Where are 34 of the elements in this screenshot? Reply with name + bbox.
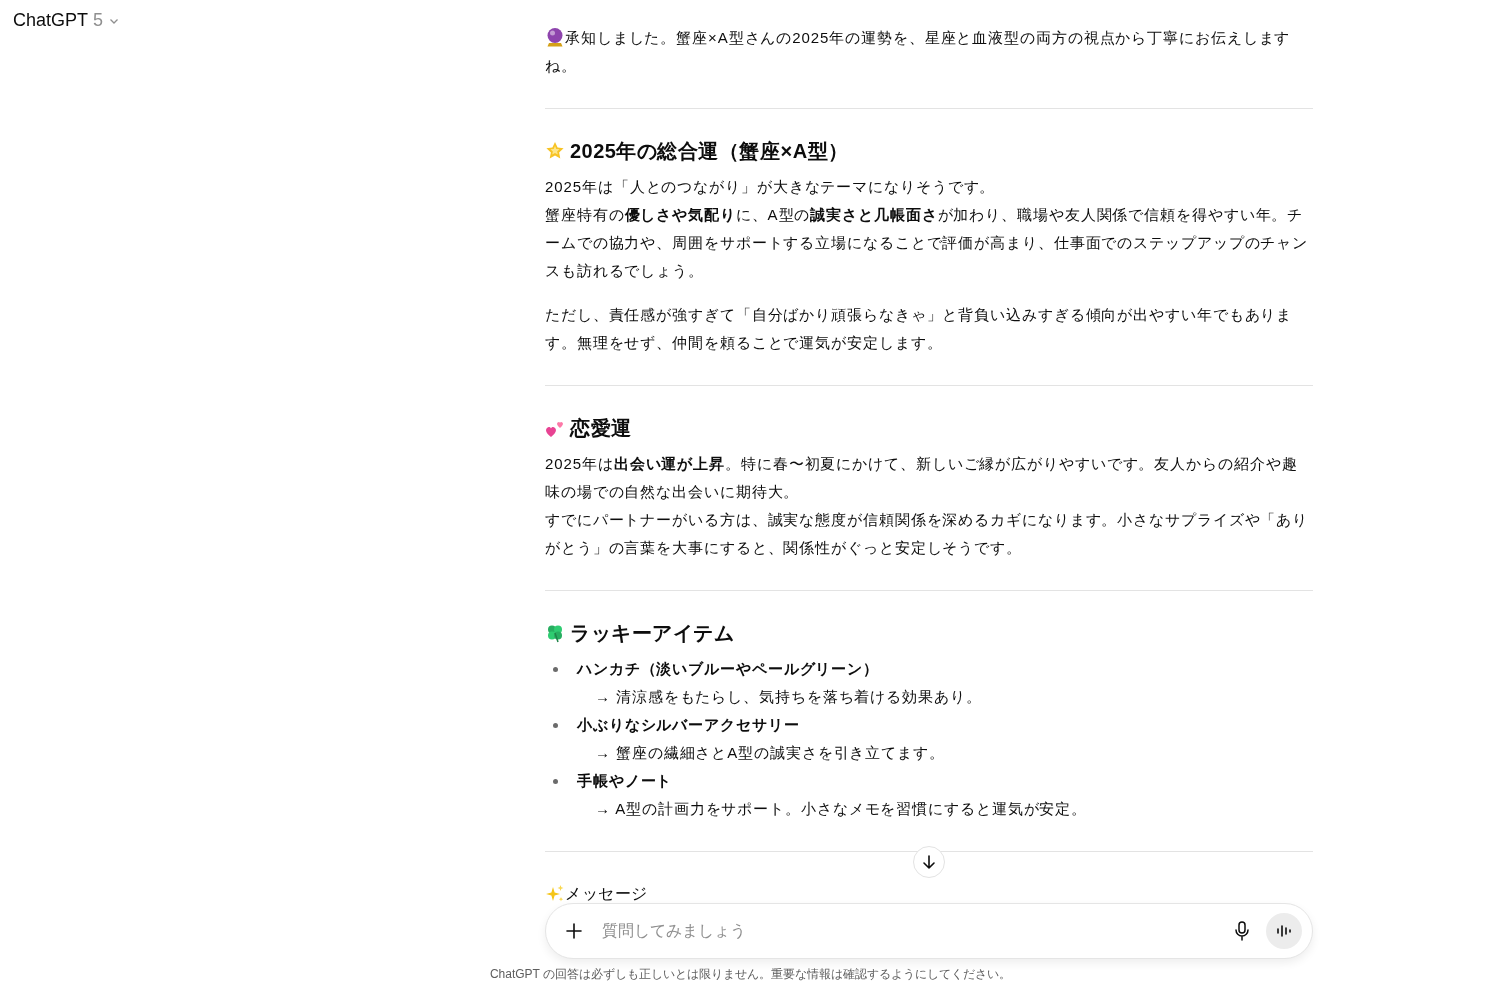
paragraph: 蟹座特有の優しさや気配りに、A型の誠実さと几帳面さが加わり、職場や友人関係で信頼を得やすい年。チームでの協力や、周囲をサポートする立場になることで評価が高まり、仕事面でのステップアップのチャンスも訪れるでしょう。 bbox=[545, 205, 1310, 281]
section-heading: ラッキーアイテム bbox=[570, 621, 734, 646]
voice-mode-button[interactable] bbox=[1266, 913, 1302, 949]
message-input[interactable]: 質問してみましょう bbox=[600, 921, 1228, 941]
model-selector[interactable]: ChatGPT 5 bbox=[13, 10, 121, 31]
star-icon bbox=[545, 141, 565, 161]
paragraph: ただし、責任感が強すぎて「自分ばかり頑張らなきゃ」と背負い込みすぎる傾向が出やすい年でもあります。無理をせず、仲間を頼ることで運気が安定します。 bbox=[545, 305, 1294, 353]
plus-icon bbox=[565, 922, 583, 940]
message-text: 承知しました。蟹座×A型さんの2025年の運勢を、星座と血液型の両方の視点から丁寧にお伝えしますね。 bbox=[545, 26, 1292, 76]
model-version: 5 bbox=[93, 10, 104, 31]
clover-icon bbox=[545, 623, 565, 643]
section-heading: 2025年の総合運（蟹座×A型） bbox=[570, 139, 849, 164]
waveform-icon bbox=[1276, 924, 1292, 938]
list-item-title: 小ぶりなシルバーアクセサリー bbox=[577, 715, 801, 735]
message-composer[interactable]: 質問してみましょう bbox=[545, 903, 1313, 959]
arrow-down-icon bbox=[920, 853, 938, 871]
section-heading: 恋愛運 bbox=[570, 416, 632, 441]
microphone-icon bbox=[1233, 921, 1251, 941]
disclaimer-text: ChatGPT の回答は必ずしも正しいとは限りません。重要な情報は確認するようにしてください。 bbox=[488, 967, 1013, 981]
list-item-note: → 清涼感をもたらし、気持ちを落ち着ける効果あり。 bbox=[595, 687, 982, 707]
list-item-note: → A型の計画力をサポート。小さなメモを習慣にすると運気が安定。 bbox=[595, 799, 1088, 819]
paragraph: すでにパートナーがいる方は、誠実な態度が信頼関係を深めるカギになります。小さなサプライズや「ありがとう」の言葉を大事にすると、関係性がぐっと安定しそうです。 bbox=[545, 510, 1310, 558]
bullet bbox=[553, 779, 558, 784]
paragraph: 2025年は「人とのつながり」が大きなテーマになりそうです。 bbox=[545, 177, 997, 197]
bullet bbox=[553, 667, 558, 672]
list-item-title: 手帳やノート bbox=[577, 771, 674, 791]
crystal-ball-icon bbox=[545, 27, 565, 47]
model-name: ChatGPT bbox=[13, 10, 89, 31]
scroll-down-button[interactable] bbox=[913, 846, 945, 878]
list-item-title: ハンカチ（淡いブルーやペールグリーン） bbox=[577, 659, 881, 679]
paragraph: 2025年は出会い運が上昇。特に春〜初夏にかけて、新しいご縁が広がりやすいです。友人からの紹介や趣味の場での自然な出会いに期待大。 bbox=[545, 454, 1299, 502]
bullet bbox=[553, 723, 558, 728]
section-heading: メッセージ bbox=[565, 884, 648, 904]
list-item-note: → 蟹座の繊細さとA型の誠実さを引き立てます。 bbox=[595, 743, 945, 763]
